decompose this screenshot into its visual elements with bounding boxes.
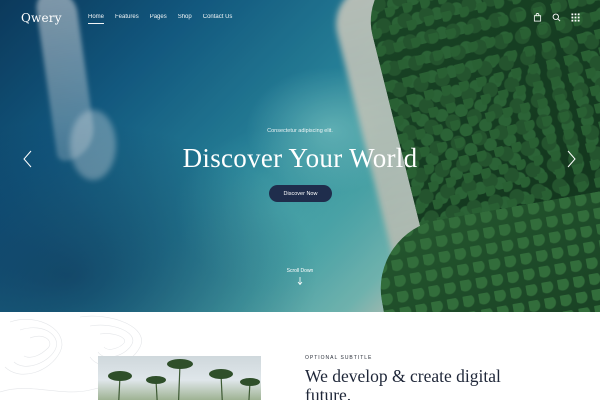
grid-menu-icon[interactable] [570,12,580,22]
nav-item-shop[interactable]: Shop [178,14,192,20]
section-heading: We develop & create digital future. [305,366,501,400]
section-subtitle: OPTIONAL SUBTITLE [305,355,373,361]
arrow-down-icon [297,277,303,285]
bag-icon[interactable] [532,12,542,22]
about-section: OPTIONAL SUBTITLE We develop & create di… [0,312,600,400]
about-image-palms [98,356,261,400]
hero-section: Qwery Home Features Pages Shop Contact U… [0,0,600,312]
site-logo[interactable]: Qwery [21,11,62,25]
nav-item-pages[interactable]: Pages [150,14,167,20]
hero-eyebrow-text: Consectetur adipiscing elit. [267,128,333,134]
nav-icon-group [532,12,580,22]
hero-title: Discover Your World [182,143,418,173]
nav-item-contact-us[interactable]: Contact Us [203,14,233,20]
discover-now-button[interactable]: Discover Now [269,185,332,202]
main-menu: Home Features Pages Shop Contact Us [88,14,243,24]
nav-item-home[interactable]: Home [88,14,105,24]
top-navigation: Qwery Home Features Pages Shop Contact U… [0,0,600,38]
nav-item-features[interactable]: Features [115,14,139,20]
search-icon[interactable] [551,12,561,22]
scroll-down-link[interactable]: Scroll Down [270,268,330,285]
scroll-down-label: Scroll Down [286,268,314,274]
